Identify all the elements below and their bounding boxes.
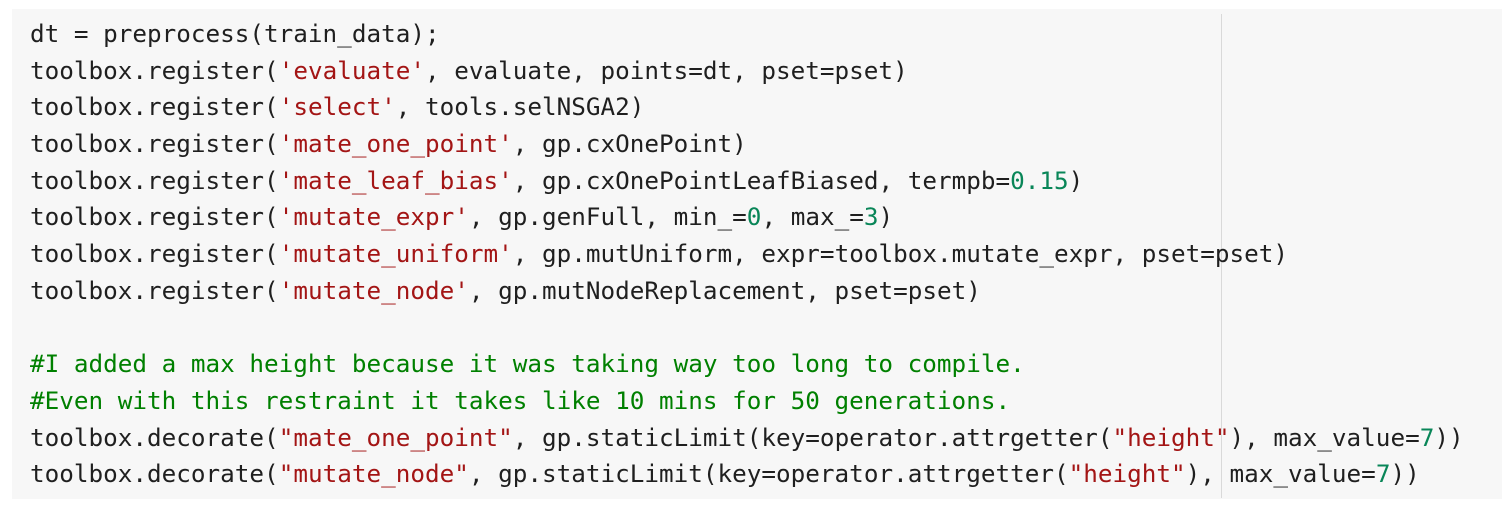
code-token: , gp.staticLimit(key=operator.attrgetter… — [512, 422, 1113, 452]
code-token: , tools.selNSGA2) — [395, 92, 645, 122]
code-token: ) — [878, 202, 894, 232]
number-token: 3 — [863, 202, 879, 232]
code-line: toolbox.register('mutate_node', gp.mutNo… — [30, 273, 1464, 310]
string-token: "height" — [1112, 422, 1230, 452]
code-line: toolbox.register('mutate_expr', gp.genFu… — [30, 199, 1464, 236]
code-token: ), max_value= — [1229, 422, 1420, 452]
string-token: 'mutate_node' — [278, 275, 469, 305]
number-token: 0 — [746, 202, 762, 232]
code-token: , gp.mutNodeReplacement, pset=pset) — [468, 275, 981, 305]
code-token: toolbox.register( — [30, 165, 279, 195]
number-token: 0.15 — [1010, 165, 1069, 195]
code-token: toolbox.register( — [30, 92, 279, 122]
code-token: ) — [1068, 165, 1084, 195]
code-line: toolbox.register('mate_one_point', gp.cx… — [30, 126, 1464, 163]
string-token: 'select' — [278, 92, 396, 122]
code-token: , max_= — [761, 202, 864, 232]
code-token: , gp.cxOnePointLeafBiased, termpb= — [512, 165, 1011, 195]
comment-token: #I added a max height because it was tak… — [30, 349, 1025, 379]
code-token: , gp.cxOnePoint) — [512, 129, 747, 159]
code-token: toolbox.register( — [30, 129, 279, 159]
string-token: 'mutate_uniform' — [278, 239, 513, 269]
code-token: toolbox.register( — [30, 239, 279, 269]
code-token: toolbox.register( — [30, 55, 279, 85]
code-token: toolbox.decorate( — [30, 459, 279, 489]
string-token: 'mate_leaf_bias' — [278, 165, 513, 195]
code-line: toolbox.register('mate_leaf_bias', gp.cx… — [30, 163, 1464, 200]
code-line: toolbox.register('mutate_uniform', gp.mu… — [30, 236, 1464, 273]
code-line: toolbox.decorate("mate_one_point", gp.st… — [30, 420, 1464, 457]
code-line: toolbox.register('select', tools.selNSGA… — [30, 89, 1464, 126]
code-line: toolbox.decorate("mutate_node", gp.stati… — [30, 456, 1464, 493]
code-token: , gp.genFull, min_= — [468, 202, 747, 232]
comment-token: #Even with this restraint it takes like … — [30, 385, 1011, 415]
code-token: toolbox.register( — [30, 275, 279, 305]
string-token: "mate_one_point" — [278, 422, 513, 452]
string-token: 'evaluate' — [278, 55, 425, 85]
code-token: )) — [1390, 459, 1420, 489]
number-token: 7 — [1375, 459, 1391, 489]
code-token: , evaluate, points=dt, pset=pset) — [424, 55, 908, 85]
code-token: toolbox.register( — [30, 202, 279, 232]
code-token: , gp.mutUniform, expr=toolbox.mutate_exp… — [512, 239, 1289, 269]
number-token: 7 — [1419, 422, 1435, 452]
code-line: dt = preprocess(train_data); — [30, 16, 1464, 53]
code-line: toolbox.register('evaluate', evaluate, p… — [30, 53, 1464, 90]
code-line: #Even with this restraint it takes like … — [30, 383, 1464, 420]
code-editor[interactable]: dt = preprocess(train_data); toolbox.regi… — [30, 16, 1464, 493]
string-token: "height" — [1068, 459, 1186, 489]
code-token: )) — [1434, 422, 1464, 452]
code-token: ), max_value= — [1185, 459, 1376, 489]
string-token: 'mate_one_point' — [278, 129, 513, 159]
code-token: dt = preprocess(train_data); — [30, 19, 440, 48]
code-line: #I added a max height because it was tak… — [30, 346, 1464, 383]
code-token: toolbox.decorate( — [30, 422, 279, 452]
string-token: 'mutate_expr' — [278, 202, 469, 232]
string-token: "mutate_node" — [278, 459, 469, 489]
code-token: , gp.staticLimit(key=operator.attrgetter… — [468, 459, 1069, 489]
